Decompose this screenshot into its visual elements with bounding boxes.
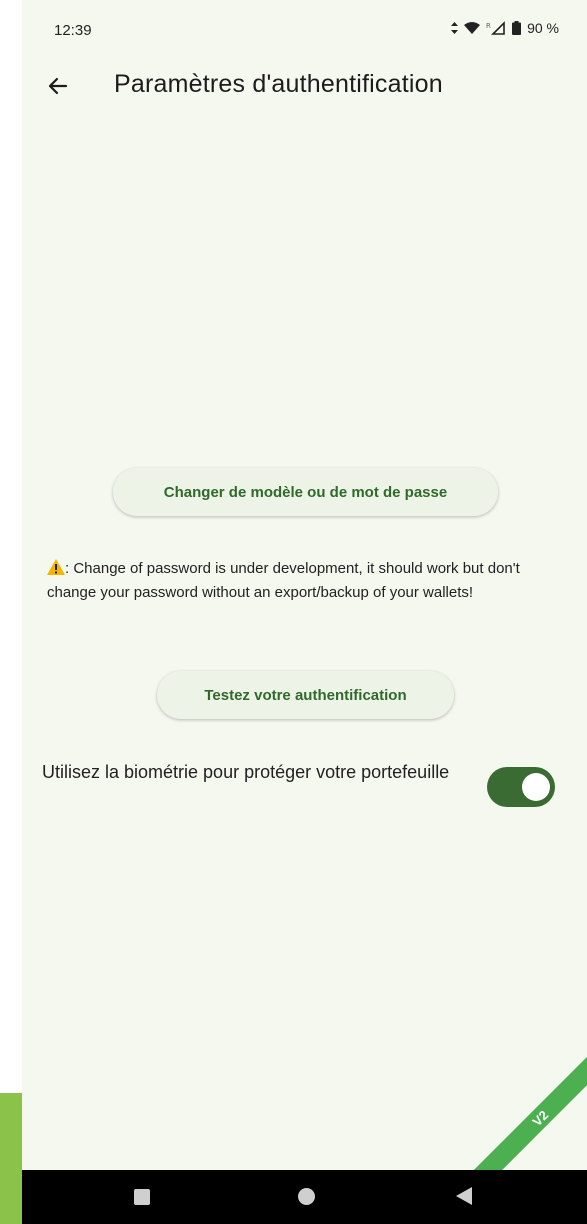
back-button[interactable] (40, 70, 76, 106)
back-triangle-icon[interactable] (456, 1187, 472, 1205)
battery-percent: 90 % (527, 20, 559, 36)
status-bar: 12:39 R 90 % (22, 0, 587, 60)
data-transfer-icon (451, 22, 459, 34)
warning-text: : Change of password is under developmen… (47, 560, 520, 601)
biometrics-label: Utilisez la biométrie pour protéger votr… (42, 762, 450, 782)
left-edge-strip (0, 0, 22, 1224)
phone-screen: 12:39 R 90 % Paramètres d'authentificati… (22, 0, 587, 1170)
home-circle-icon[interactable] (298, 1188, 315, 1205)
status-time: 12:39 (54, 22, 92, 39)
test-authentication-button[interactable]: Testez votre authentification (157, 671, 454, 719)
wifi-icon (464, 22, 481, 34)
arrow-left-icon (46, 74, 70, 103)
recents-square-icon[interactable] (134, 1189, 150, 1205)
app-bar: Paramètres d'authentification (22, 60, 587, 116)
roaming-signal-icon: R (486, 21, 506, 35)
battery-icon (512, 21, 522, 35)
biometrics-toggle[interactable] (487, 767, 555, 807)
password-warning: : Change of password is under developmen… (47, 558, 567, 604)
toggle-knob (522, 773, 550, 801)
svg-text:R: R (486, 22, 491, 30)
status-icons: R 90 % (451, 20, 559, 36)
page-title: Paramètres d'authentification (114, 70, 443, 98)
warning-icon (47, 559, 65, 582)
biometrics-setting-row: Utilisez la biométrie pour protéger votr… (42, 758, 562, 818)
version-ribbon: V2 (465, 1043, 587, 1170)
change-model-password-button[interactable]: Changer de modèle ou de mot de passe (113, 468, 498, 516)
left-edge-green-block (0, 1093, 22, 1224)
system-nav-bar (22, 1170, 587, 1224)
